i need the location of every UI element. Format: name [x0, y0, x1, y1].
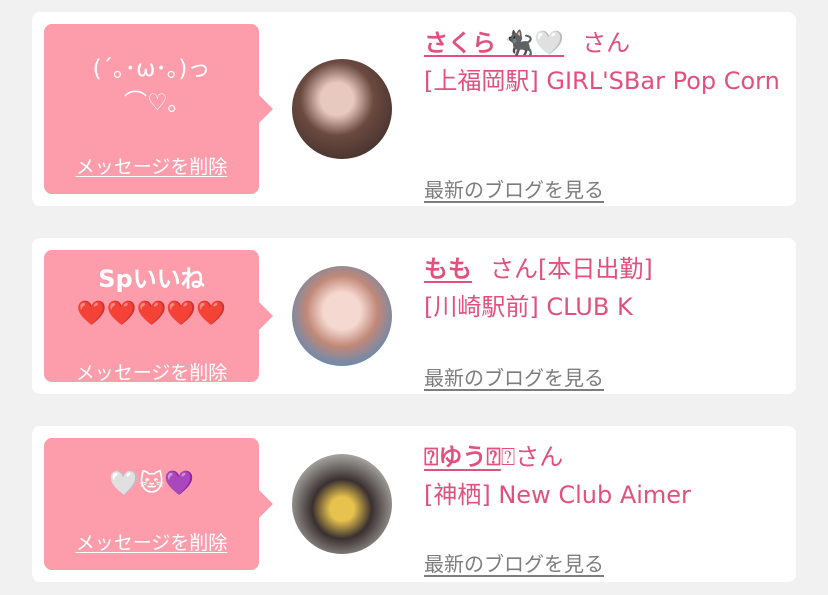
shop-name: [神栖] New Club Aimer: [424, 481, 691, 509]
avatar[interactable]: [292, 454, 392, 554]
message-text: Spいいね ❤️❤️❤️❤️❤️: [76, 265, 227, 327]
cast-info: ⍰ゆう⍰⍰さん [神栖] New Club Aimer 最新のブログを見る: [424, 438, 788, 576]
delete-message-link[interactable]: メッセージを削除: [44, 358, 259, 385]
message-card: Spいいね ❤️❤️❤️❤️❤️ メッセージを削除 もも さん[本日出勤] [川崎…: [32, 238, 796, 394]
message-bubble: (´｡･ω･｡)っ ⌒♡｡ メッセージを削除: [44, 24, 273, 194]
shop-name: [川崎駅前] CLUB K: [424, 293, 633, 321]
cast-name-link[interactable]: もも: [424, 255, 472, 283]
honorific: さん: [490, 255, 538, 283]
cast-name-link[interactable]: ⍰ゆう⍰: [424, 443, 501, 471]
latest-blog-link[interactable]: 最新のブログを見る: [424, 174, 604, 203]
avatar[interactable]: [292, 59, 392, 159]
message-bubble: Spいいね ❤️❤️❤️❤️❤️ メッセージを削除: [44, 250, 273, 385]
avatar[interactable]: [292, 266, 392, 366]
delete-message-link[interactable]: メッセージを削除: [44, 152, 259, 179]
message-bubble: 🤍🐱💜 メッセージを削除: [44, 438, 273, 570]
delete-message-link[interactable]: メッセージを削除: [44, 528, 259, 555]
latest-blog-link[interactable]: 最新のブログを見る: [424, 362, 604, 391]
latest-blog-link[interactable]: 最新のブログを見る: [424, 548, 604, 577]
work-status: [本日出勤]: [538, 255, 653, 283]
cast-name-link[interactable]: さくら 🐈‍⬛🤍: [424, 29, 564, 57]
message-text: 🤍🐱💜: [109, 469, 194, 497]
cast-info: さくら 🐈‍⬛🤍 さん [上福岡駅] GIRL'SBar Pop Corn 最新の…: [424, 24, 788, 202]
honorific: さん: [582, 29, 631, 57]
message-text: (´｡･ω･｡)っ ⌒♡｡: [92, 56, 211, 116]
cast-info: もも さん[本日出勤] [川崎駅前] CLUB K 最新のブログを見る: [424, 250, 788, 390]
shop-name: [上福岡駅] GIRL'SBar Pop Corn: [424, 67, 780, 95]
message-card: (´｡･ω･｡)っ ⌒♡｡ メッセージを削除 さくら 🐈‍⬛🤍 さん [上福岡駅]…: [32, 12, 796, 206]
message-card: 🤍🐱💜 メッセージを削除 ⍰ゆう⍰⍰さん [神栖] New Club Aimer…: [32, 426, 796, 582]
honorific: ⍰さん: [500, 443, 564, 471]
message-list: (´｡･ω･｡)っ ⌒♡｡ メッセージを削除 さくら 🐈‍⬛🤍 さん [上福岡駅]…: [0, 0, 828, 595]
